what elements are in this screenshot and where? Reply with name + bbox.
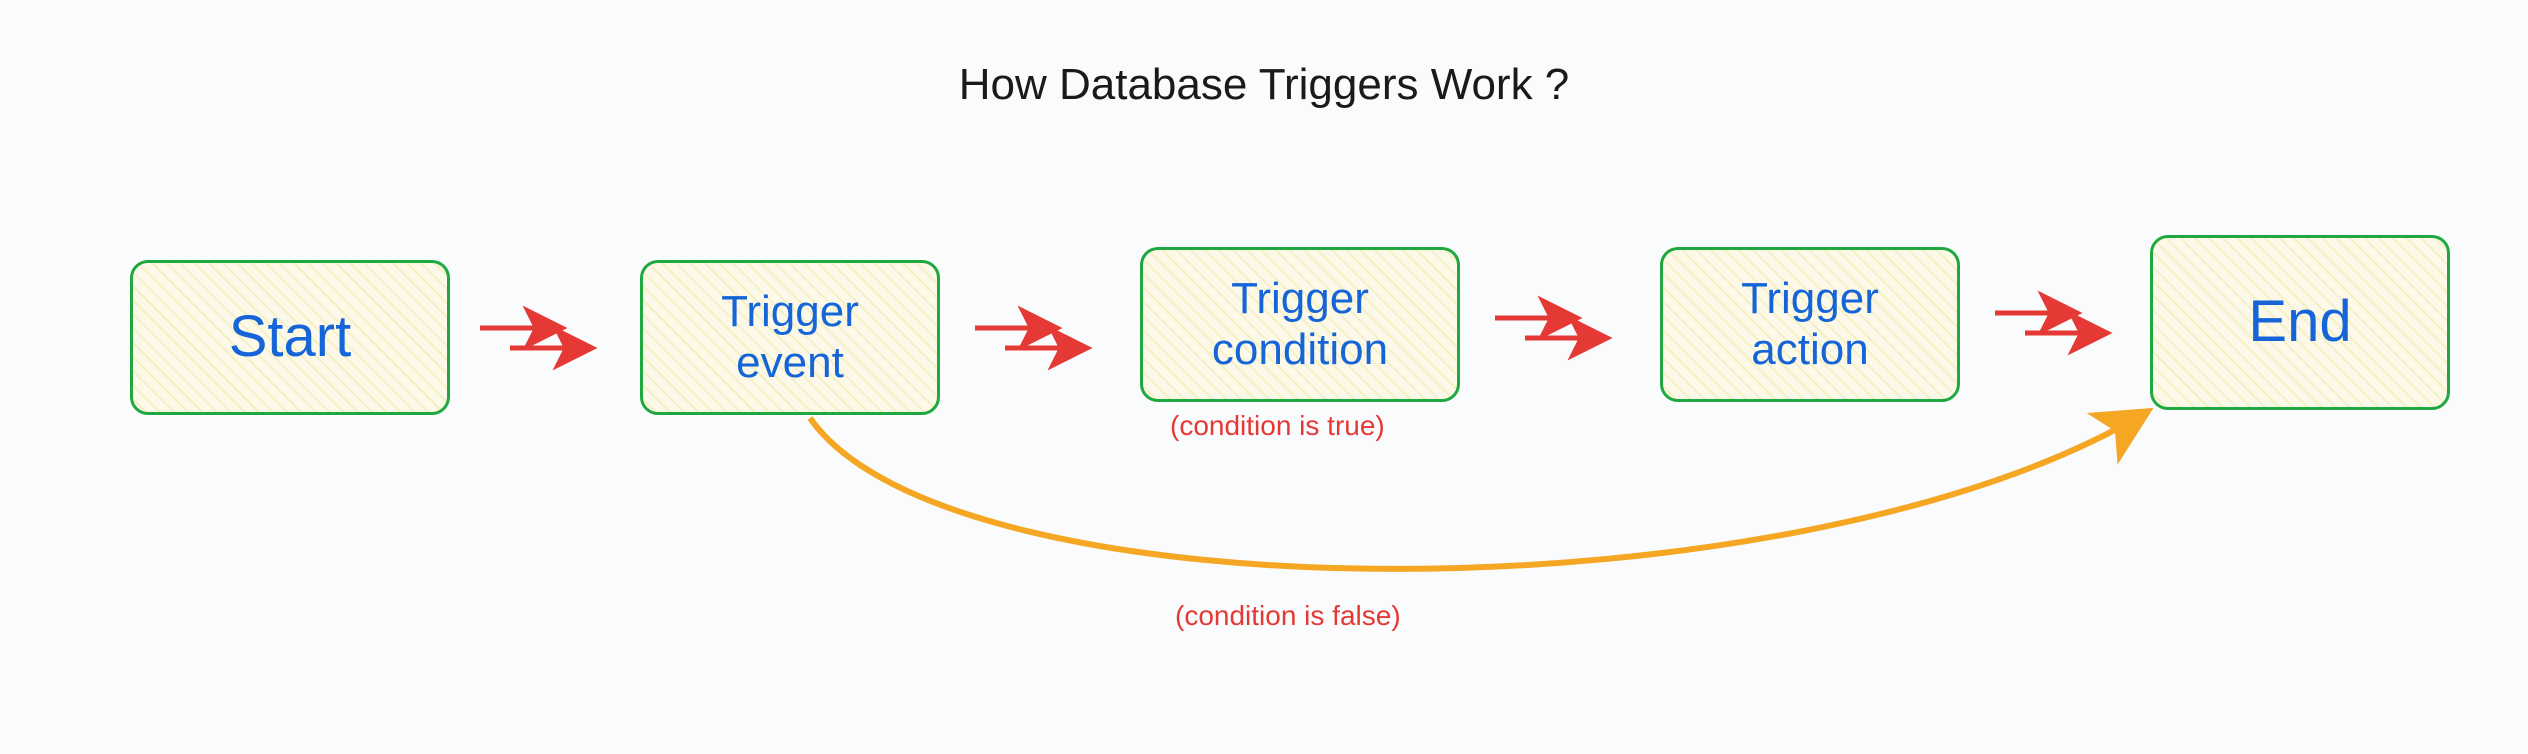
node-end-label: End bbox=[2248, 289, 2351, 356]
node-start-label: Start bbox=[229, 304, 352, 371]
node-event-line1: Trigger bbox=[721, 287, 859, 338]
arrow-condition-to-action bbox=[1495, 318, 1605, 338]
arrow-start-to-event bbox=[480, 328, 590, 348]
node-trigger-condition: Trigger condition bbox=[1140, 247, 1460, 402]
node-action-line1: Trigger bbox=[1741, 274, 1879, 325]
node-trigger-action: Trigger action bbox=[1660, 247, 1960, 402]
node-condition-line1: Trigger bbox=[1231, 274, 1369, 325]
node-condition-line2: condition bbox=[1212, 325, 1388, 376]
arrow-event-to-condition bbox=[975, 328, 1085, 348]
annotation-condition-true: (condition is true) bbox=[1170, 410, 1385, 442]
node-start: Start bbox=[130, 260, 450, 415]
node-end: End bbox=[2150, 235, 2450, 410]
node-event-line2: event bbox=[736, 338, 844, 389]
arrow-bypass-false bbox=[810, 413, 2145, 569]
node-action-line2: action bbox=[1751, 325, 1868, 376]
annotation-condition-false: (condition is false) bbox=[1175, 600, 1401, 632]
arrow-action-to-end bbox=[1995, 313, 2105, 333]
node-trigger-event: Trigger event bbox=[640, 260, 940, 415]
diagram-title: How Database Triggers Work ? bbox=[959, 60, 1570, 110]
